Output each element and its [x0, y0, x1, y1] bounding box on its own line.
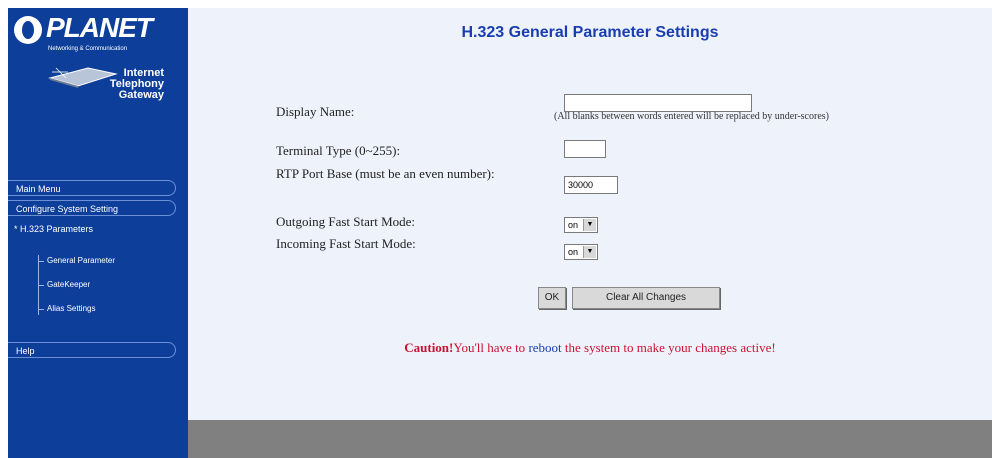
display-name-hint: (All blanks between words entered will b… — [554, 111, 829, 122]
gateway-device-icon — [48, 67, 118, 88]
outgoing-fast-start-select[interactable]: on ▼ — [564, 217, 598, 233]
outgoing-fast-start-label: Outgoing Fast Start Mode: — [276, 214, 416, 229]
brand-logo: PLANET — [46, 12, 153, 43]
terminal-type-input[interactable] — [564, 140, 606, 158]
display-name-input[interactable] — [564, 94, 752, 112]
clear-all-changes-button[interactable]: Clear All Changes — [572, 287, 720, 309]
dropdown-arrow-icon: ▼ — [583, 246, 596, 258]
terminal-type-label: Terminal Type (0~255): — [276, 143, 401, 158]
rtp-port-input[interactable] — [564, 176, 618, 194]
sidebar-section-h323[interactable]: * H.323 Parameters — [14, 224, 93, 234]
main-content: H.323 General Parameter Settings Display… — [188, 8, 992, 420]
sidebar-item-main-menu[interactable]: Main Menu — [8, 180, 176, 196]
sidebar-item-alias-settings[interactable]: Alias Settings — [47, 304, 95, 313]
sidebar-item-gatekeeper[interactable]: GateKeeper — [47, 280, 90, 289]
ok-button[interactable]: OK — [538, 287, 566, 309]
logo-area: PLANET Networking & Communication Intern… — [8, 8, 188, 168]
brand-subtitle: Networking & Communication — [48, 46, 128, 52]
sidebar-item-help[interactable]: Help — [8, 342, 176, 358]
page-title: H.323 General Parameter Settings — [461, 24, 719, 41]
sidebar-item-general-parameter[interactable]: General Parameter — [47, 256, 115, 265]
reboot-link[interactable]: reboot — [528, 340, 561, 355]
planet-logo-icon — [14, 16, 42, 44]
incoming-fast-start-select[interactable]: on ▼ — [564, 244, 598, 260]
sidebar: PLANET Networking & Communication Intern… — [8, 8, 188, 458]
incoming-fast-start-label: Incoming Fast Start Mode: — [276, 236, 416, 251]
footer-bar — [188, 420, 992, 458]
display-name-label: Display Name: — [276, 104, 355, 119]
product-name: Internet Telephony Gateway — [109, 67, 164, 101]
caution-prefix: Caution! — [404, 340, 454, 355]
caution-message: Caution!You'll have to reboot the system… — [404, 340, 776, 355]
rtp-port-label: RTP Port Base (must be an even number): — [276, 166, 495, 181]
dropdown-arrow-icon: ▼ — [583, 219, 596, 231]
sidebar-item-configure-system[interactable]: Configure System Setting — [8, 200, 176, 216]
